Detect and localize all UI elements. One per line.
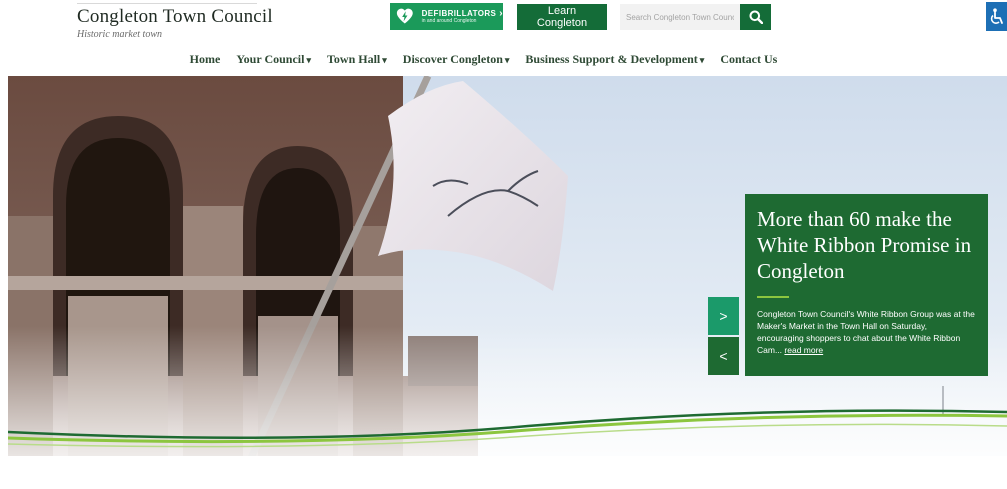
defibrillators-button[interactable]: DEFIBRILLATORS › in and around Congleton [390,3,503,30]
nav-your-council[interactable]: Your Council ▾ [236,52,311,68]
heart-defibrillator-icon [396,8,413,24]
search-button[interactable] [740,4,771,30]
site-title[interactable]: Congleton Town Council [77,6,273,28]
nav-home[interactable]: Home [190,52,221,68]
caret-down-icon: ▾ [306,55,311,65]
nav-business-support[interactable]: Business Support & Development ▾ [525,52,704,68]
search-input[interactable] [620,4,740,30]
slide-title: More than 60 make the White Ribbon Promi… [757,207,972,283]
nav-town-hall-label: Town Hall [327,52,381,66]
slider-next-button[interactable]: > [708,297,739,335]
accessibility-button[interactable] [986,2,1007,31]
slide-caption-card: More than 60 make the White Ribbon Promi… [745,194,988,376]
main-nav: Home Your Council ▾ Town Hall ▾ Discover C… [0,52,1007,68]
nav-town-hall[interactable]: Town Hall ▾ [327,52,387,68]
nav-discover-congleton[interactable]: Discover Congleton ▾ [403,52,510,68]
site-brand[interactable]: Congleton Town Council Historic market t… [77,6,273,40]
site-tagline: Historic market town [77,29,162,40]
caret-down-icon: ▾ [699,55,705,65]
header-top-rule [77,3,257,4]
slider-prev-button[interactable]: < [708,337,739,375]
caret-down-icon: ▾ [504,55,510,65]
wheelchair-icon [990,7,1003,24]
caret-down-icon: ▾ [382,55,387,65]
nav-contact-us[interactable]: Contact Us [720,52,777,68]
slide-text: Congleton Town Council's White Ribbon Gr… [757,308,976,356]
defibrillators-subtitle: in and around Congleton [421,17,477,24]
nav-business-support-label: Business Support & Development [525,52,698,66]
nav-your-council-label: Your Council [236,52,305,66]
read-more-link[interactable]: read more [784,345,823,355]
slide-title-divider [757,296,789,298]
search-icon [749,10,763,24]
defibrillators-label: DEFIBRILLATORS [421,8,497,18]
nav-discover-congleton-label: Discover Congleton [402,52,503,66]
learn-congleton-button[interactable]: Learn Congleton [517,4,607,30]
